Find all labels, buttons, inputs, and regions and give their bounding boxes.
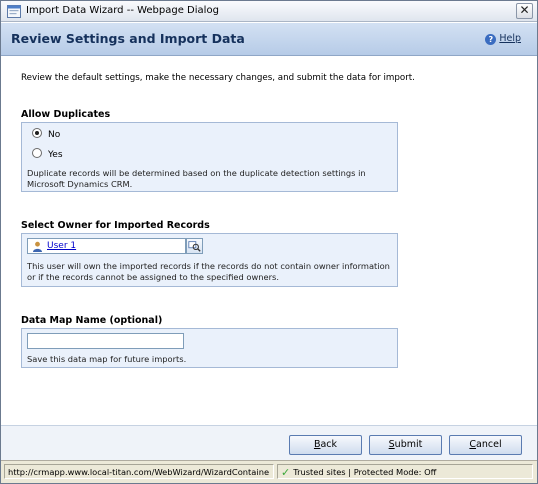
help-icon: ?: [485, 34, 497, 45]
trusted-check-icon: ✓: [281, 466, 291, 479]
cancel-button[interactable]: Cancel: [449, 435, 522, 455]
data-map-name-input[interactable]: [27, 333, 184, 349]
security-zone: ✓ Trusted sites | Protected Mode: Off: [277, 464, 533, 479]
data-map-note: Save this data map for future imports.: [27, 354, 187, 364]
window-title: Import Data Wizard -- Webpage Dialog: [26, 5, 219, 16]
submit-label: ubmit: [394, 439, 423, 450]
zone-text: Trusted sites | Protected Mode: Off: [293, 467, 437, 477]
lookup-icon: [188, 241, 201, 252]
allow-duplicates-panel: No Yes Duplicate records will be determi…: [21, 122, 398, 192]
status-bar: http://crmapp.www.local-titan.com/WebWiz…: [1, 460, 537, 483]
intro-text: Review the default settings, make the ne…: [21, 73, 415, 83]
option-no-label: No: [48, 130, 61, 140]
owner-label: Select Owner for Imported Records: [21, 220, 210, 231]
lookup-button[interactable]: [186, 238, 203, 254]
page-title: Review Settings and Import Data: [11, 31, 245, 46]
close-icon: ✕: [519, 3, 530, 17]
cancel-label: ancel: [476, 439, 502, 450]
owner-note: This user will own the imported records …: [27, 261, 390, 282]
data-map-label: Data Map Name (optional): [21, 315, 163, 326]
help-link[interactable]: ? Help: [485, 33, 521, 45]
help-label: Help: [499, 33, 521, 44]
ie-page-icon: [7, 5, 21, 18]
option-yes-label: Yes: [48, 150, 63, 160]
owner-panel: User 1 This user will own the imported r…: [21, 233, 398, 287]
back-button[interactable]: Back: [289, 435, 362, 455]
status-url: http://crmapp.www.local-titan.com/WebWiz…: [4, 464, 274, 479]
radio-button-yes[interactable]: [32, 148, 42, 158]
radio-button-no[interactable]: [32, 128, 42, 138]
data-map-panel: Save this data map for future imports.: [21, 328, 398, 368]
duplicates-note: Duplicate records will be determined bas…: [27, 168, 366, 189]
submit-button[interactable]: Submit: [369, 435, 442, 455]
title-bar: Import Data Wizard -- Webpage Dialog ✕: [1, 1, 537, 22]
page-header: Review Settings and Import Data ? Help: [1, 23, 537, 56]
user-icon: [33, 241, 42, 252]
back-label: ack: [320, 439, 338, 450]
allow-duplicates-label: Allow Duplicates: [21, 109, 111, 120]
duplicates-option-no[interactable]: No: [32, 128, 60, 140]
owner-user-link[interactable]: User 1: [47, 241, 76, 251]
close-button[interactable]: ✕: [516, 3, 533, 19]
button-bar: Back Submit Cancel: [1, 425, 537, 460]
dialog-window: Import Data Wizard -- Webpage Dialog ✕ R…: [0, 0, 538, 484]
owner-lookup-field[interactable]: User 1: [27, 238, 186, 254]
duplicates-option-yes[interactable]: Yes: [32, 148, 63, 160]
